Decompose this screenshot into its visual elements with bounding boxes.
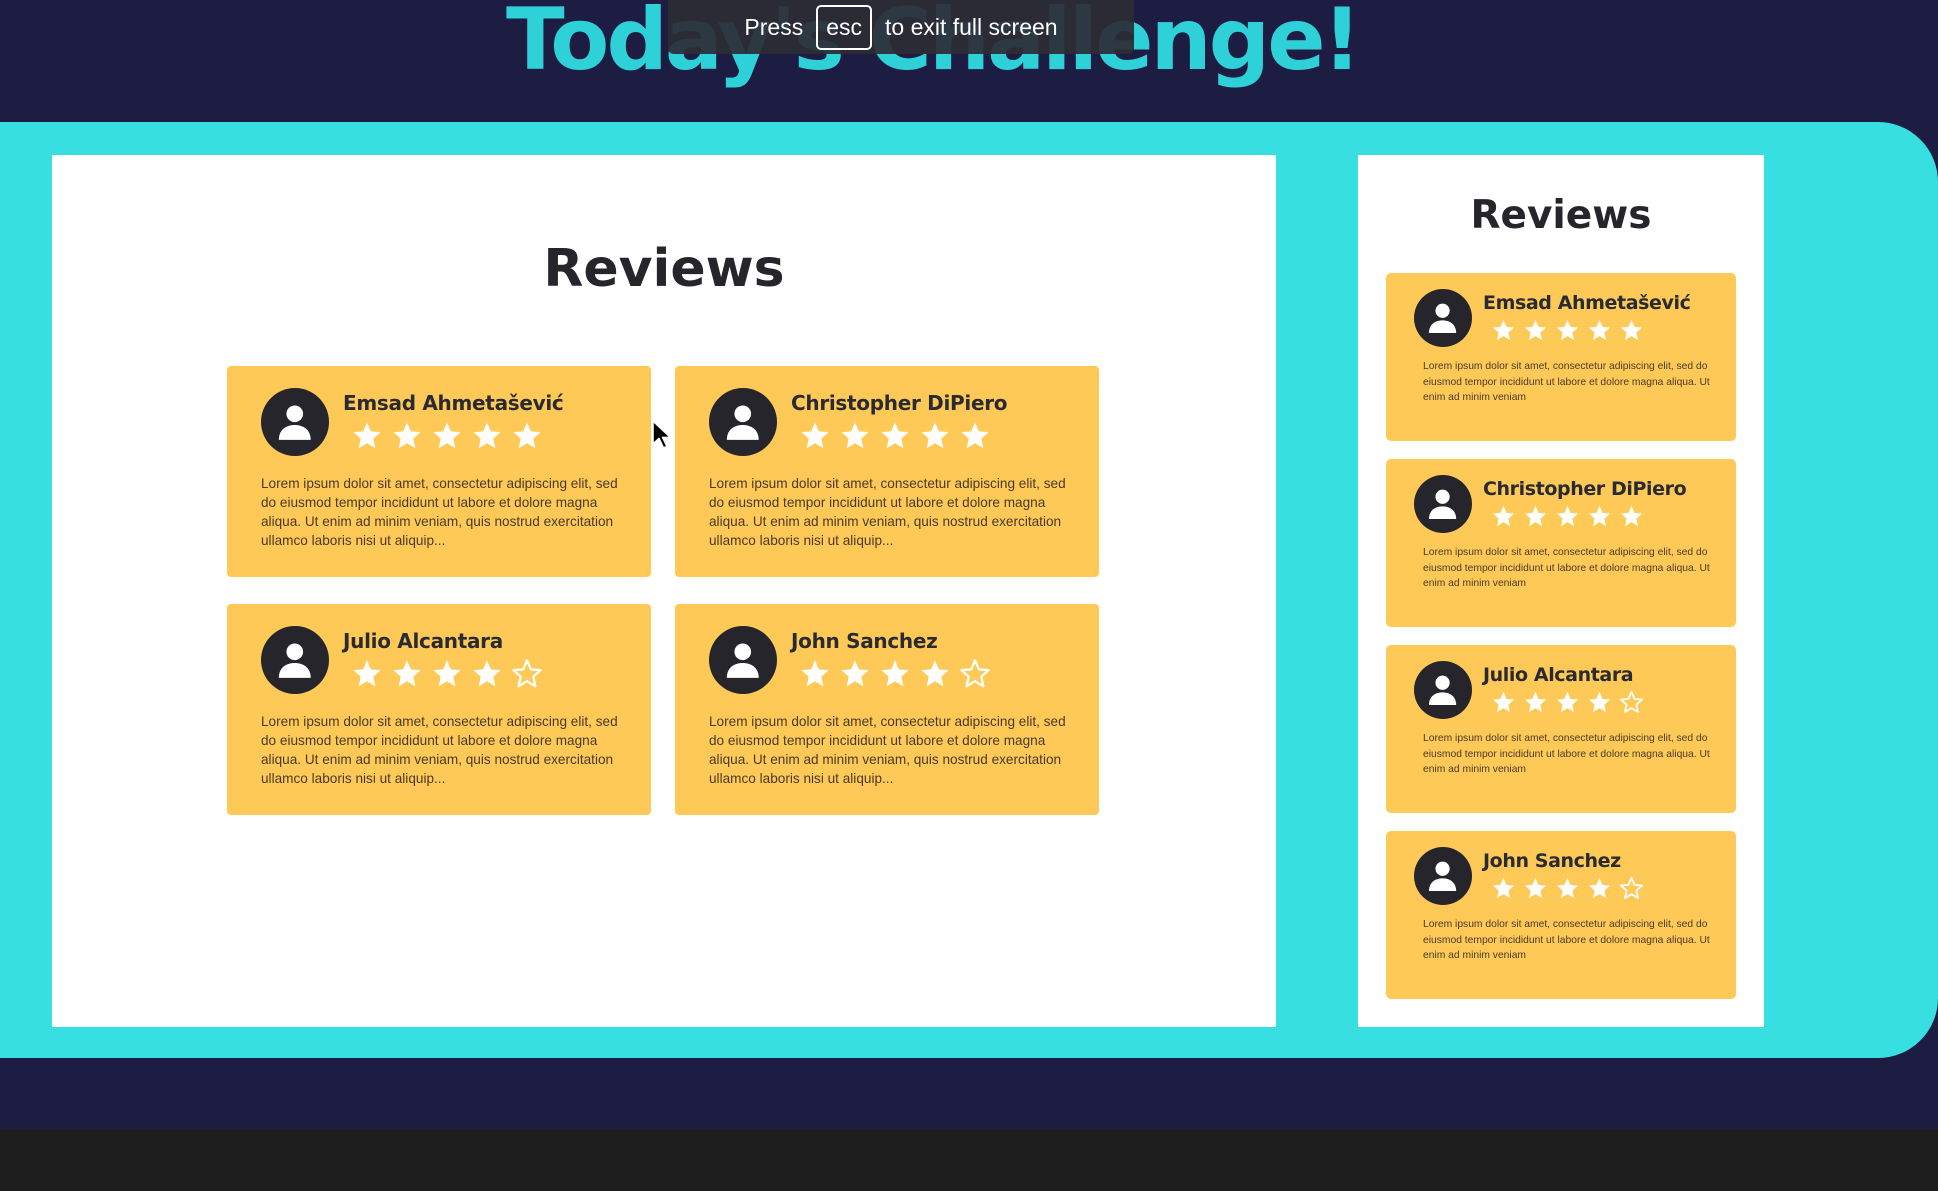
star-filled-icon [1492, 877, 1515, 899]
review-text: Lorem ipsum dolor sit amet, consectetur … [709, 476, 1066, 548]
mouse-pointer-icon [652, 420, 672, 449]
review-text: Lorem ipsum dolor sit amet, consectetur … [1423, 361, 1710, 403]
star-outline-icon [1619, 690, 1644, 713]
review-card: Christopher DiPiero Lorem ipsum dolor si… [675, 366, 1099, 577]
star-rating [1491, 318, 1691, 343]
star-filled-icon [393, 660, 421, 687]
mobile-preview: Reviews Emsad Ahmetašević Lorem ipsum do… [1358, 155, 1764, 1027]
star-rating [799, 658, 991, 690]
review-card: Emsad Ahmetašević Lorem ipsum dolor sit … [227, 366, 651, 577]
desktop-reviews-heading: Reviews [543, 239, 785, 299]
star-filled-icon [1620, 505, 1643, 527]
star-filled-icon [1588, 319, 1611, 341]
star-filled-icon [841, 660, 869, 687]
bottom-bar [0, 1129, 1938, 1191]
mobile-reviews-heading: Reviews [1470, 193, 1652, 238]
star-filled-icon [433, 660, 461, 687]
star-filled-icon [1556, 505, 1579, 527]
star-rating [1491, 504, 1686, 529]
star-filled-icon [921, 422, 949, 449]
fullscreen-notice: Press esc to exit full screen [668, 0, 1134, 54]
review-card: Emsad Ahmetašević Lorem ipsum dolor sit … [1386, 273, 1736, 441]
star-filled-icon [513, 422, 541, 449]
star-filled-icon [801, 422, 829, 449]
review-card: Christopher DiPiero Lorem ipsum dolor si… [1386, 459, 1736, 627]
preview-stage: Reviews Emsad Ahmetašević Lorem ipsum do… [0, 122, 1938, 1058]
star-filled-icon [1588, 691, 1611, 713]
fullscreen-notice-suffix: to exit full screen [885, 13, 1058, 40]
fullscreen-notice-prefix: Press [744, 13, 804, 40]
user-avatar-icon [709, 388, 777, 456]
star-filled-icon [1524, 877, 1547, 899]
review-text: Lorem ipsum dolor sit amet, consectetur … [709, 714, 1066, 786]
star-rating [1491, 876, 1644, 901]
star-filled-icon [1524, 319, 1547, 341]
review-card: Julio Alcantara Lorem ipsum dolor sit am… [1386, 645, 1736, 813]
star-rating [351, 420, 563, 452]
review-card: Julio Alcantara Lorem ipsum dolor sit am… [227, 604, 651, 815]
star-filled-icon [473, 660, 501, 687]
review-text: Lorem ipsum dolor sit amet, consectetur … [1423, 919, 1710, 961]
user-avatar-icon [1414, 475, 1472, 533]
reviewer-name: Christopher DiPiero [791, 391, 1008, 415]
review-text: Lorem ipsum dolor sit amet, consectetur … [261, 714, 618, 786]
user-avatar-icon [709, 626, 777, 694]
star-filled-icon [473, 422, 501, 449]
star-filled-icon [1492, 691, 1515, 713]
review-card: John Sanchez Lorem ipsum dolor sit amet,… [675, 604, 1099, 815]
star-filled-icon [881, 422, 909, 449]
star-filled-icon [1620, 319, 1643, 341]
reviewer-name: John Sanchez [1483, 850, 1621, 872]
star-filled-icon [1492, 319, 1515, 341]
star-filled-icon [881, 660, 909, 687]
review-text: Lorem ipsum dolor sit amet, consectetur … [1423, 547, 1710, 589]
reviewer-name: Christopher DiPiero [1483, 478, 1687, 500]
user-avatar-icon [1414, 661, 1472, 719]
star-outline-icon [512, 659, 542, 688]
star-outline-icon [960, 659, 990, 688]
star-outline-icon [1619, 876, 1644, 899]
star-rating [1491, 690, 1644, 715]
star-filled-icon [1588, 877, 1611, 899]
star-filled-icon [1524, 505, 1547, 527]
star-filled-icon [353, 660, 381, 687]
star-filled-icon [921, 660, 949, 687]
star-filled-icon [961, 422, 989, 449]
mobile-review-list: Emsad Ahmetašević Lorem ipsum dolor sit … [1386, 273, 1736, 1017]
desktop-preview: Reviews Emsad Ahmetašević Lorem ipsum do… [52, 155, 1276, 1027]
star-filled-icon [393, 422, 421, 449]
user-avatar-icon [261, 388, 329, 456]
star-filled-icon [841, 422, 869, 449]
esc-key: esc [816, 4, 872, 50]
star-rating [799, 420, 1007, 452]
star-rating [351, 658, 543, 690]
star-filled-icon [1556, 691, 1579, 713]
star-filled-icon [1556, 319, 1579, 341]
star-filled-icon [433, 422, 461, 449]
review-text: Lorem ipsum dolor sit amet, consectetur … [1423, 733, 1710, 775]
star-filled-icon [801, 660, 829, 687]
review-card: John Sanchez Lorem ipsum dolor sit amet,… [1386, 831, 1736, 999]
star-filled-icon [1492, 505, 1515, 527]
reviewer-name: John Sanchez [791, 629, 938, 653]
reviewer-name: Emsad Ahmetašević [343, 391, 564, 415]
star-filled-icon [1556, 877, 1579, 899]
star-filled-icon [1524, 691, 1547, 713]
user-avatar-icon [261, 626, 329, 694]
reviewer-name: Julio Alcantara [343, 629, 503, 653]
star-filled-icon [353, 422, 381, 449]
user-avatar-icon [1414, 847, 1472, 905]
reviewer-name: Julio Alcantara [1483, 664, 1634, 686]
user-avatar-icon [1414, 289, 1472, 347]
reviewer-name: Emsad Ahmetašević [1483, 292, 1691, 314]
star-filled-icon [1588, 505, 1611, 527]
review-text: Lorem ipsum dolor sit amet, consectetur … [261, 476, 618, 548]
